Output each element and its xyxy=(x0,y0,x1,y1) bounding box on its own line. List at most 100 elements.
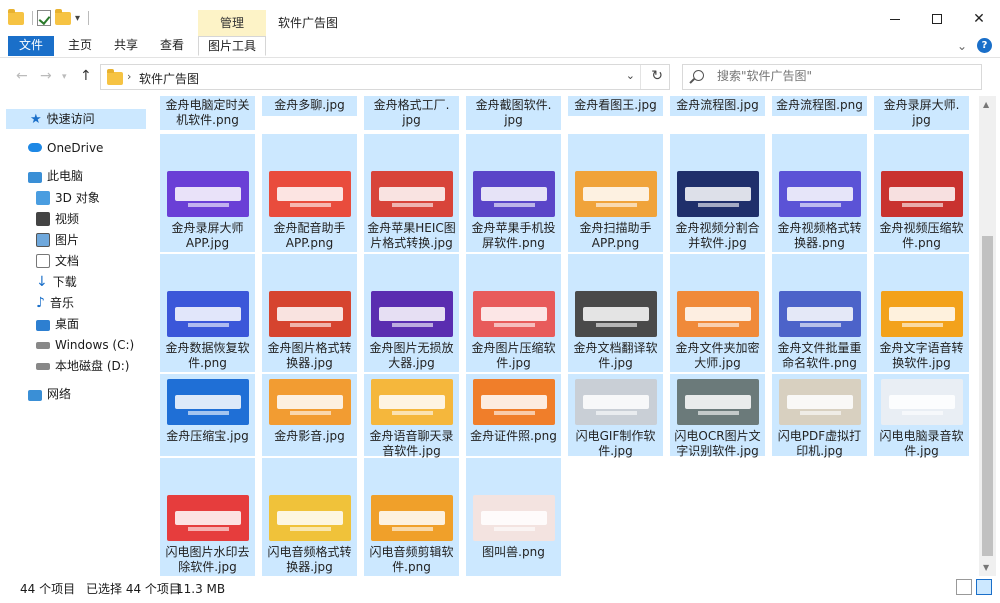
file-item[interactable]: 金舟苹果HEIC图 片格式转换.jpg xyxy=(364,134,459,252)
file-item[interactable]: 闪电音频格式转 换器.jpg xyxy=(262,458,357,576)
tab-picture-tools[interactable]: 图片工具 xyxy=(198,36,266,56)
tab-home[interactable]: 主页 xyxy=(60,36,100,56)
thumbnail-subtitle xyxy=(391,203,433,207)
thumbnail-banner xyxy=(889,395,955,409)
file-item[interactable]: 金舟视频分割合 并软件.jpg xyxy=(670,134,765,252)
file-item[interactable]: 金舟影音.jpg xyxy=(262,374,357,456)
nav-item-videos[interactable]: 视频 xyxy=(0,209,79,229)
back-icon[interactable]: ← xyxy=(16,68,28,84)
file-item[interactable]: 图叫兽.png xyxy=(466,458,561,576)
file-item[interactable]: 金舟看图王.jpg xyxy=(568,96,663,116)
forward-icon[interactable]: → xyxy=(40,68,52,84)
file-thumbnail xyxy=(473,379,555,425)
nav-item-3d-objects[interactable]: 3D 对象 xyxy=(0,188,100,208)
thumbnail-banner xyxy=(379,187,445,201)
nav-item-music[interactable]: ♪ 音乐 xyxy=(0,293,74,313)
search-icon xyxy=(693,70,704,81)
large-icons-view-icon[interactable] xyxy=(976,579,992,595)
file-name: 金舟苹果手机投 屏软件.png xyxy=(471,221,556,250)
address-bar[interactable]: › 软件广告图 ⌄ ↻ xyxy=(100,64,670,90)
up-icon[interactable]: ↑ xyxy=(80,68,92,84)
file-item[interactable]: 金舟录屏大师 APP.jpg xyxy=(160,134,255,252)
nav-item-pictures[interactable]: 图片 xyxy=(0,230,79,250)
file-item[interactable]: 金舟苹果手机投 屏软件.png xyxy=(466,134,561,252)
file-item[interactable]: 闪电PDF虚拟打 印机.jpg xyxy=(772,374,867,458)
scroll-down-icon[interactable]: ▼ xyxy=(983,563,989,572)
thumbnail-subtitle xyxy=(697,203,739,207)
folder-icon xyxy=(107,69,123,85)
file-item[interactable]: 金舟图片无损放 大器.jpg xyxy=(364,254,459,372)
close-button[interactable]: ✕ xyxy=(958,6,1000,32)
file-name: 金舟流程图.png xyxy=(776,98,863,112)
nav-item-network[interactable]: 网络 xyxy=(0,384,71,404)
nav-item-quick-access[interactable]: ★ 快速访问 xyxy=(6,109,146,129)
selected-count: 已选择 44 个项目 xyxy=(86,582,181,596)
recent-locations-icon[interactable]: ▾ xyxy=(62,72,67,82)
file-item[interactable]: 金舟文件批量重 命名软件.png xyxy=(772,254,867,372)
divider xyxy=(640,65,641,89)
file-item[interactable]: 金舟扫描助手 APP.png xyxy=(568,134,663,252)
tab-file[interactable]: 文件 xyxy=(8,36,54,56)
file-item[interactable]: 金舟视频格式转 换器.png xyxy=(772,134,867,252)
file-item[interactable]: 金舟截图软件. jpg xyxy=(466,96,561,130)
file-item[interactable]: 金舟压缩宝.jpg xyxy=(160,374,255,456)
chevron-down-icon[interactable]: ⌄ xyxy=(626,69,635,82)
chevron-right-icon[interactable]: › xyxy=(127,70,131,83)
ribbon-right: ⌄ ? xyxy=(957,38,992,53)
file-item[interactable]: 金舟电脑定时关 机软件.png xyxy=(160,96,255,130)
file-item[interactable]: 金舟流程图.jpg xyxy=(670,96,765,116)
nav-item-onedrive[interactable]: OneDrive xyxy=(0,138,103,158)
tab-manage[interactable]: 管理 xyxy=(198,10,266,38)
file-item[interactable]: 闪电电脑录音软 件.jpg xyxy=(874,374,969,458)
nav-item-downloads[interactable]: ↓ 下载 xyxy=(0,272,77,292)
folder-icon[interactable] xyxy=(8,8,24,25)
scrollbar-thumb[interactable] xyxy=(982,236,993,556)
minimize-button[interactable] xyxy=(874,6,916,32)
file-item[interactable]: 金舟多聊.jpg xyxy=(262,96,357,116)
file-item[interactable]: 金舟文档翻译软 件.jpg xyxy=(568,254,663,372)
address-path[interactable]: 软件广告图 xyxy=(139,70,199,87)
file-item[interactable]: 金舟录屏大师. jpg xyxy=(874,96,969,130)
nav-item-label: 快速访问 xyxy=(46,112,95,126)
details-view-icon[interactable] xyxy=(956,579,972,595)
network-icon xyxy=(28,390,42,401)
file-name: 金舟影音.jpg xyxy=(274,429,345,443)
tab-share[interactable]: 共享 xyxy=(106,36,146,56)
file-item[interactable]: 金舟数据恢复软 件.png xyxy=(160,254,255,372)
nav-item-this-pc[interactable]: 此电脑 xyxy=(0,166,83,186)
file-item[interactable]: 金舟流程图.png xyxy=(772,96,867,116)
new-folder-icon[interactable] xyxy=(55,8,71,25)
file-item[interactable]: 闪电图片水印去 除软件.jpg xyxy=(160,458,255,576)
file-item[interactable]: 金舟证件照.png xyxy=(466,374,561,456)
nav-item-documents[interactable]: 文档 xyxy=(0,251,79,271)
file-item[interactable]: 闪电OCR图片文 字识别软件.jpg xyxy=(670,374,765,458)
picture-icon xyxy=(36,233,50,247)
refresh-icon[interactable]: ↻ xyxy=(651,68,663,84)
nav-item-drive-c[interactable]: Windows (C:) xyxy=(0,335,134,355)
file-item[interactable]: 金舟配音助手 APP.png xyxy=(262,134,357,252)
file-item[interactable]: 金舟图片格式转 换器.jpg xyxy=(262,254,357,372)
thumbnail-subtitle xyxy=(187,323,229,327)
help-icon[interactable]: ? xyxy=(977,38,992,53)
chevron-down-icon[interactable]: ▾ xyxy=(75,13,80,24)
file-item[interactable]: 闪电音频剪辑软 件.png xyxy=(364,458,459,576)
properties-icon[interactable] xyxy=(37,10,51,26)
expand-ribbon-icon[interactable]: ⌄ xyxy=(957,39,967,53)
file-name: 金舟文件批量重 命名软件.png xyxy=(777,341,862,370)
file-item[interactable]: 金舟文字语音转 换软件.jpg xyxy=(874,254,969,372)
file-thumbnail xyxy=(269,379,351,425)
file-item[interactable]: 闪电GIF制作软 件.jpg xyxy=(568,374,663,458)
search-input[interactable] xyxy=(717,69,967,83)
file-item[interactable]: 金舟语音聊天录 音软件.jpg xyxy=(364,374,459,458)
scroll-up-icon[interactable]: ▲ xyxy=(983,100,989,109)
tab-view[interactable]: 查看 xyxy=(152,36,192,56)
file-item[interactable]: 金舟文件夹加密 大师.jpg xyxy=(670,254,765,372)
file-item[interactable]: 金舟视频压缩软 件.png xyxy=(874,134,969,252)
search-box[interactable] xyxy=(682,64,982,90)
file-item[interactable]: 金舟格式工厂. jpg xyxy=(364,96,459,130)
vertical-scrollbar[interactable]: ▲ ▼ xyxy=(979,96,996,576)
file-item[interactable]: 金舟图片压缩软 件.jpg xyxy=(466,254,561,372)
nav-item-drive-d[interactable]: 本地磁盘 (D:) xyxy=(0,356,129,376)
maximize-button[interactable] xyxy=(916,6,958,32)
nav-item-desktop[interactable]: 桌面 xyxy=(0,314,79,334)
